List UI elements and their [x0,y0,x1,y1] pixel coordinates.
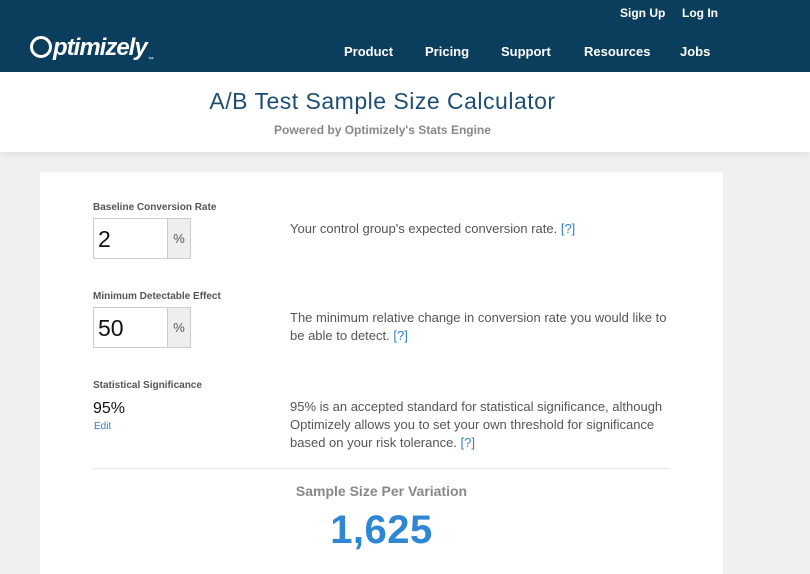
page-subtitle: Powered by Optimizely's Stats Engine [274,123,491,137]
baseline-description-text: Your control group's expected conversion… [290,221,561,236]
mde-description: The minimum relative change in conversio… [290,309,680,345]
mde-description-text: The minimum relative change in conversio… [290,310,667,343]
log-in-link[interactable]: Log In [682,6,718,20]
sign-up-link[interactable]: Sign Up [620,6,665,20]
optimizely-logo[interactable]: ptimizely™ [30,34,154,63]
significance-description-text: 95% is an accepted standard for statisti… [290,399,663,450]
baseline-help-link[interactable]: [?] [561,221,575,236]
logo-trademark: ™ [147,57,154,63]
page-title: A/B Test Sample Size Calculator [209,88,556,114]
baseline-input[interactable]: 2 % [93,218,191,259]
significance-description: 95% is an accepted standard for statisti… [290,398,680,452]
baseline-value[interactable]: 2 [98,226,111,253]
mde-unit: % [167,308,190,347]
mde-input[interactable]: 50 % [93,307,191,348]
significance-label: Statistical Significance [93,380,202,391]
significance-help-link[interactable]: [?] [461,435,475,450]
calculator-card: Baseline Conversion Rate 2 % Your contro… [40,172,723,574]
mde-value[interactable]: 50 [98,315,124,342]
nav-pricing[interactable]: Pricing [425,44,469,59]
divider [93,468,670,469]
sample-size-label: Sample Size Per Variation [295,483,468,499]
mde-help-link[interactable]: [?] [393,328,407,343]
page-header: A/B Test Sample Size Calculator Powered … [0,72,810,152]
logo-text: ptimizely [53,34,148,61]
significance-value: 95% [93,400,126,417]
logo-o-icon [30,36,52,58]
mde-label: Minimum Detectable Effect [93,291,221,302]
top-navigation-bar: ptimizely™ Sign Up Log In Product Pricin… [0,0,810,72]
baseline-description: Your control group's expected conversion… [290,220,680,238]
sample-size-value: 1,625 [330,508,433,552]
baseline-unit: % [167,219,190,258]
nav-support[interactable]: Support [501,44,551,59]
nav-resources[interactable]: Resources [584,44,650,59]
significance-edit-link[interactable]: Edit [94,421,111,432]
nav-jobs[interactable]: Jobs [680,44,710,59]
baseline-label: Baseline Conversion Rate [93,202,217,213]
nav-product[interactable]: Product [344,44,393,59]
